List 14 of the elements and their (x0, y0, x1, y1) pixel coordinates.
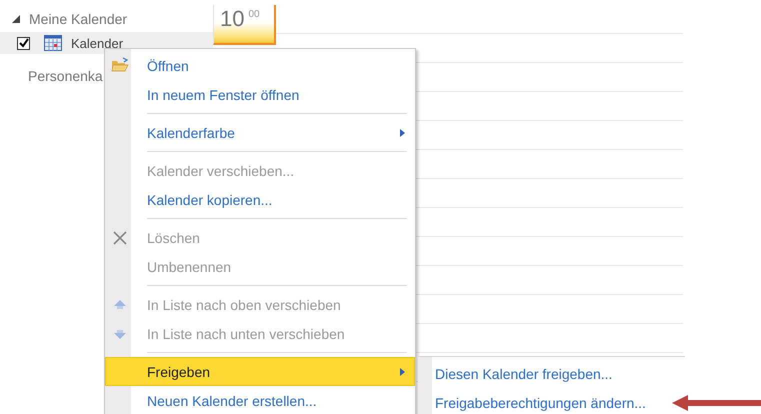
menu-item[interactable]: Freigabeberechtigungen ändern... (435, 388, 646, 414)
folder-icon (111, 56, 129, 74)
menu-item[interactable]: Kalender kopieren... (107, 185, 413, 214)
menu-item[interactable]: Kalenderfarbe (107, 118, 413, 147)
collapse-triangle-icon (12, 15, 20, 23)
calendar-icon (44, 35, 62, 51)
menu-item[interactable]: Neuen Kalender erstellen... (107, 386, 413, 414)
group-header[interactable]: Meine Kalender (0, 8, 213, 30)
menu-item[interactable]: Diesen Kalender freigeben... (435, 359, 612, 388)
menu-item[interactable]: Öffnen (107, 51, 413, 80)
checkbox[interactable] (17, 36, 30, 50)
close-icon (111, 228, 129, 246)
menu-item[interactable]: Freigeben (105, 357, 415, 386)
menu-item[interactable]: In neuem Fenster öffnen (107, 80, 413, 109)
